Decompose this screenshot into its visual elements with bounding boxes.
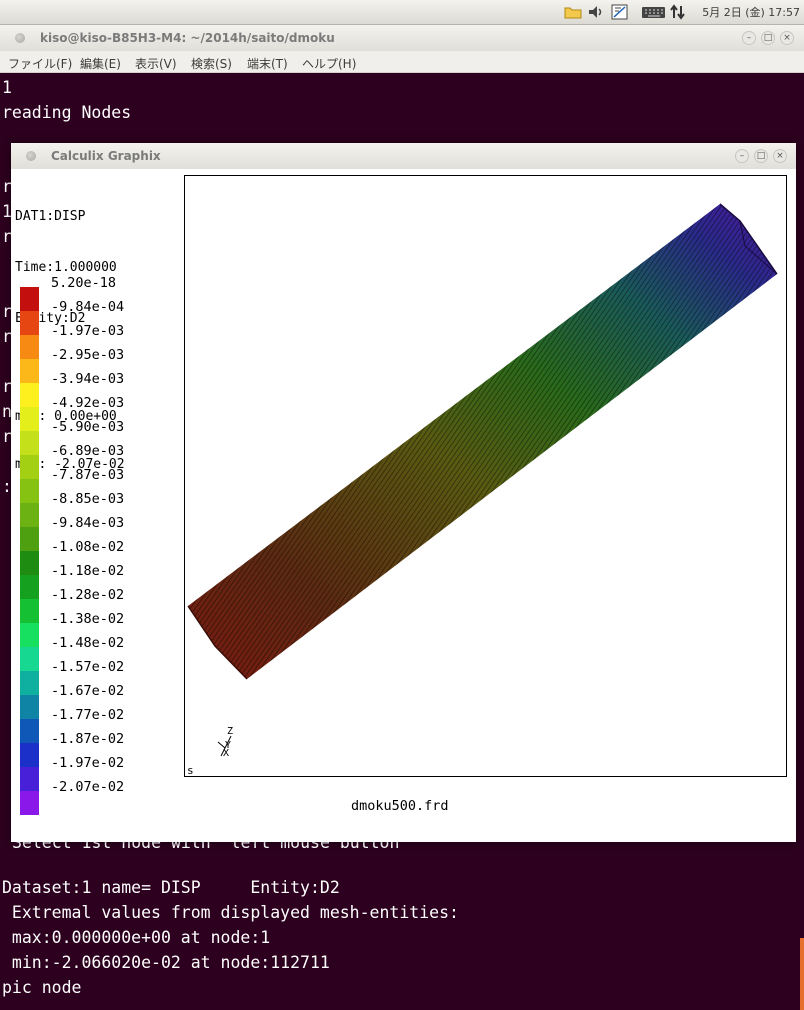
- legend-swatch: [20, 623, 39, 647]
- cgx-titlebar[interactable]: Calculix Graphix – □ ×: [11, 143, 796, 169]
- legend-label: -9.84e-03: [51, 515, 125, 531]
- terminal-line: max:0.000000e+00 at node:1: [2, 928, 271, 947]
- info-dataset: DAT1:DISP: [15, 209, 86, 224]
- maximize-button[interactable]: □: [761, 31, 775, 45]
- volume-icon[interactable]: [587, 4, 605, 20]
- legend-label: -8.85e-03: [51, 491, 125, 507]
- menu-search[interactable]: 検索(S): [191, 55, 232, 72]
- legend-swatch: [20, 791, 39, 815]
- legend-swatch: [20, 335, 39, 359]
- model-svg: Z Y X s: [187, 203, 778, 777]
- legend-label: -1.28e-02: [51, 587, 125, 603]
- window-menu-icon[interactable]: [26, 151, 36, 161]
- window-menu-icon[interactable]: [15, 33, 25, 43]
- terminal-title: kiso@kiso-B85H3-M4: ~/2014h/saito/dmoku: [40, 31, 335, 45]
- terminal-menubar: ファイル(F) 編集(E) 表示(V) 検索(S) 端末(T) ヘルプ(H): [0, 51, 804, 73]
- legend-label: -7.87e-03: [51, 467, 125, 483]
- close-button[interactable]: ×: [773, 149, 787, 163]
- legend-swatch: [20, 287, 39, 311]
- top-panel: 5月 2日 (金) 17:57: [0, 0, 804, 25]
- legend-swatch: [20, 527, 39, 551]
- clock[interactable]: 5月 2日 (金) 17:57: [702, 4, 800, 20]
- info-time: Time:1.000000: [15, 260, 117, 275]
- legend-label: -1.77e-02: [51, 707, 125, 723]
- legend-label: -1.48e-02: [51, 635, 125, 651]
- legend-label: -1.97e-02: [51, 755, 125, 771]
- menu-edit[interactable]: 編集(E): [80, 55, 121, 72]
- legend-label: -1.97e-03: [51, 323, 125, 339]
- menu-terminal[interactable]: 端末(T): [247, 55, 288, 72]
- menu-help[interactable]: ヘルプ(H): [302, 55, 356, 72]
- corner-label: s: [187, 764, 194, 776]
- legend-swatch: [20, 695, 39, 719]
- legend-swatch: [20, 551, 39, 575]
- legend-swatch: [20, 599, 39, 623]
- legend-label: -4.92e-03: [51, 395, 125, 411]
- minimize-button[interactable]: –: [735, 149, 749, 163]
- legend-swatch: [20, 407, 39, 431]
- legend-label: -2.07e-02: [51, 779, 125, 795]
- legend-label: -9.84e-04: [51, 299, 125, 315]
- legend-label: -1.57e-02: [51, 659, 125, 675]
- legend-swatch: [20, 479, 39, 503]
- axis-triad: Z Y X: [217, 726, 233, 759]
- legend-label: -1.87e-02: [51, 731, 125, 747]
- terminal-line: min:-2.066020e-02 at node:112711: [2, 953, 330, 972]
- legend-label: -6.89e-03: [51, 443, 125, 459]
- terminal-line: Extremal values from displayed mesh-enti…: [2, 903, 459, 922]
- folder-icon[interactable]: [564, 4, 582, 20]
- close-button[interactable]: ×: [780, 31, 794, 45]
- result-filename: dmoku500.frd: [351, 798, 449, 814]
- legend-swatch: [20, 647, 39, 671]
- legend-swatch: [20, 575, 39, 599]
- legend-label: 5.20e-18: [51, 275, 117, 291]
- legend-swatch: [20, 311, 39, 335]
- legend-swatch: [20, 455, 39, 479]
- legend-swatch: [20, 719, 39, 743]
- axis-label-z: Z: [227, 726, 233, 737]
- cgx-window: Calculix Graphix – □ × DAT1:DISP Time:1.…: [11, 143, 796, 842]
- legend-swatch: [20, 431, 39, 455]
- terminal-line: pic node: [2, 978, 82, 997]
- terminal-line: 1: [2, 78, 12, 97]
- legend-label: -2.95e-03: [51, 347, 125, 363]
- maximize-button[interactable]: □: [754, 149, 768, 163]
- legend-label: -1.38e-02: [51, 611, 125, 627]
- keyboard-icon[interactable]: [641, 4, 667, 20]
- legend-swatch: [20, 383, 39, 407]
- transfer-arrows-icon[interactable]: [669, 4, 687, 20]
- legend-swatch: [20, 743, 39, 767]
- model-viewport[interactable]: Z Y X s: [184, 175, 787, 777]
- legend-swatch: [20, 503, 39, 527]
- terminal-titlebar[interactable]: kiso@kiso-B85H3-M4: ~/2014h/saito/dmoku …: [0, 25, 804, 51]
- legend-label: -3.94e-03: [51, 371, 125, 387]
- network-icon[interactable]: [611, 4, 629, 20]
- legend-label: -1.18e-02: [51, 563, 125, 579]
- minimize-button[interactable]: –: [742, 31, 756, 45]
- terminal-line: Dataset:1 name= DISP Entity:D2: [2, 878, 340, 897]
- legend-swatch: [20, 359, 39, 383]
- beam-mesh: [187, 203, 778, 680]
- color-legend-bar: [20, 287, 39, 815]
- axis-label-x: X: [223, 748, 229, 759]
- legend-label: -1.67e-02: [51, 683, 125, 699]
- legend-label: -5.90e-03: [51, 419, 125, 435]
- menu-file[interactable]: ファイル(F): [8, 55, 72, 72]
- cgx-title: Calculix Graphix: [51, 149, 161, 163]
- terminal-scrollbar[interactable]: [800, 938, 804, 1010]
- legend-label: -1.08e-02: [51, 539, 125, 555]
- menu-view[interactable]: 表示(V): [135, 55, 177, 72]
- legend-swatch: [20, 671, 39, 695]
- terminal-line: reading Nodes: [2, 103, 132, 122]
- legend-swatch: [20, 767, 39, 791]
